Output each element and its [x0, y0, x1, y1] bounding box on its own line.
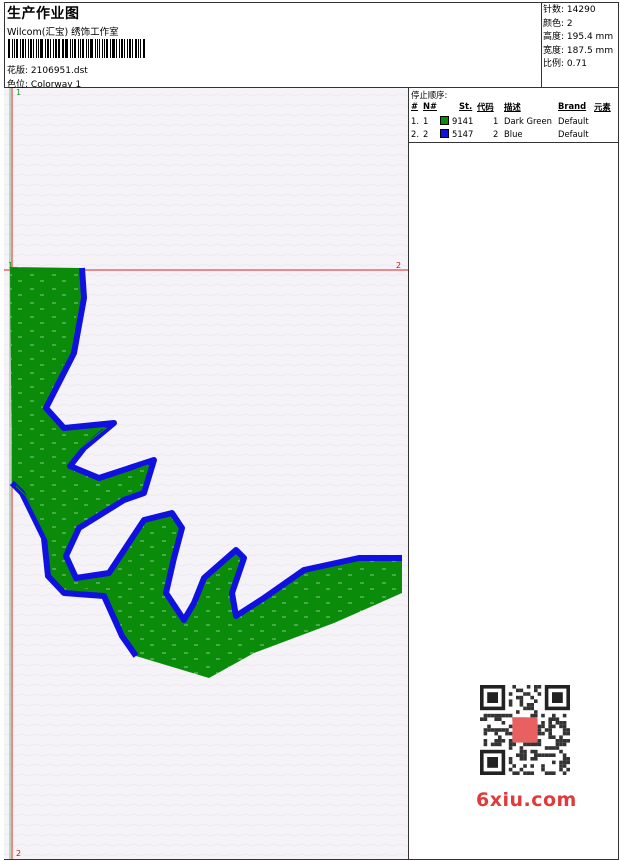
barcode-bar	[54, 39, 57, 58]
barcode-bar	[38, 39, 40, 58]
barcode-bar	[30, 39, 33, 58]
barcode-bar	[36, 39, 38, 58]
barcode-bar	[46, 39, 49, 58]
watermark-text: 6xiu.com	[476, 789, 577, 811]
barcode-bar	[21, 39, 25, 58]
col-no-header: N#	[423, 101, 438, 111]
barcode	[8, 39, 146, 58]
right-border	[618, 2, 619, 860]
barcode-bar	[94, 39, 96, 58]
barcode-bar	[44, 39, 46, 58]
barcode-bar	[87, 39, 89, 58]
barcode-bar	[116, 39, 117, 58]
barcode-bar	[40, 39, 43, 58]
barcode-bar	[89, 39, 93, 58]
production-worksheet: 生产作业图 Wilcom(汇宝) 绣饰工作室 花版: 2106951.dst 色…	[0, 0, 620, 861]
barcode-bar	[28, 39, 30, 58]
bottom-border	[4, 859, 618, 860]
design-value: 2106951.dst	[30, 66, 88, 76]
vertical-end-marker: 2	[16, 849, 22, 858]
barcode-bar	[118, 39, 120, 58]
barcode-bar	[110, 39, 112, 58]
barcode-bar	[140, 39, 142, 58]
barcode-bar	[106, 39, 109, 58]
col-code-header: 代码	[477, 102, 494, 112]
design-stats: 针数: 14290 颜色: 2 高度: 195.4 mm 宽度: 187.5 m…	[543, 4, 613, 72]
barcode-bar	[74, 39, 77, 58]
barcode-bar	[104, 39, 106, 58]
barcode-bar	[72, 39, 74, 58]
barcode-bar	[8, 39, 10, 58]
barcode-bar	[102, 39, 104, 58]
design-label: 花版:	[7, 66, 29, 76]
stat-colors: 颜色: 2	[543, 18, 573, 29]
barcode-bar	[25, 39, 27, 58]
barcode-bar	[134, 39, 138, 58]
barcode-bar	[63, 39, 65, 58]
color-swatch-blue	[440, 129, 449, 138]
barcode-bar	[128, 39, 131, 58]
stat-height: 高度: 195.4 mm	[543, 32, 614, 42]
company-name: Wilcom(汇宝) 绣饰工作室	[7, 27, 119, 38]
col-brand-header: Brand	[558, 101, 587, 111]
col-element-header: 元素	[594, 102, 611, 112]
barcode-bar	[15, 39, 18, 58]
barcode-bar	[81, 39, 84, 58]
stop-sequence-title: 停止顺序:	[411, 90, 448, 100]
barcode-bar	[120, 39, 123, 58]
vertical-start-marker: 1	[16, 88, 22, 97]
barcode-bar	[112, 39, 115, 58]
stat-width: 宽度: 187.5 mm	[543, 45, 614, 56]
barcode-bar	[19, 39, 21, 58]
barcode-bar	[123, 39, 125, 58]
stop-panel-divider	[409, 142, 618, 143]
col-index-header: #	[411, 101, 419, 111]
barcode-bar	[85, 39, 87, 58]
barcode-bar	[52, 39, 54, 58]
horizontal-end-marker: 2	[396, 261, 402, 270]
barcode-bar	[61, 39, 63, 58]
barcode-bar	[80, 39, 81, 58]
barcode-bar	[13, 39, 15, 58]
horizontal-start-marker: 1	[8, 261, 14, 270]
barcode-bar	[138, 39, 140, 58]
barcode-bar	[65, 39, 69, 58]
stat-stitches: 针数: 14290	[543, 5, 596, 15]
panel-divider	[408, 88, 409, 860]
stop-sequence-panel: 停止顺序: # N# St. 代码 描述 Brand 元素 1. 1 9141 …	[411, 90, 611, 139]
col-stitches-header: St.	[459, 101, 473, 111]
barcode-bar	[11, 39, 13, 58]
barcode-bar	[99, 39, 101, 58]
barcode-bar	[96, 39, 99, 58]
design-info: 花版: 2106951.dst	[7, 63, 88, 76]
qr-code-watermark	[470, 680, 584, 782]
barcode-bar	[70, 39, 72, 58]
barcode-bar	[131, 39, 133, 58]
barcode-bar	[126, 39, 128, 58]
barcode-bar	[49, 39, 51, 58]
barcode-bar	[143, 39, 146, 58]
barcode-bar	[78, 39, 80, 58]
barcode-bar	[33, 39, 35, 58]
barcode-bar	[57, 39, 60, 58]
col-description-header: 描述	[504, 102, 521, 112]
stat-scale: 比例: 0.71	[543, 59, 587, 69]
stats-divider	[541, 2, 542, 88]
embroidery-preview	[4, 88, 408, 859]
qr-code-icon	[480, 685, 570, 775]
design-canvas	[4, 88, 408, 859]
color-swatch-green	[440, 116, 449, 125]
page-title: 生产作业图	[7, 6, 80, 22]
header: 生产作业图 Wilcom(汇宝) 绣饰工作室 花版: 2106951.dst 色…	[4, 2, 540, 90]
